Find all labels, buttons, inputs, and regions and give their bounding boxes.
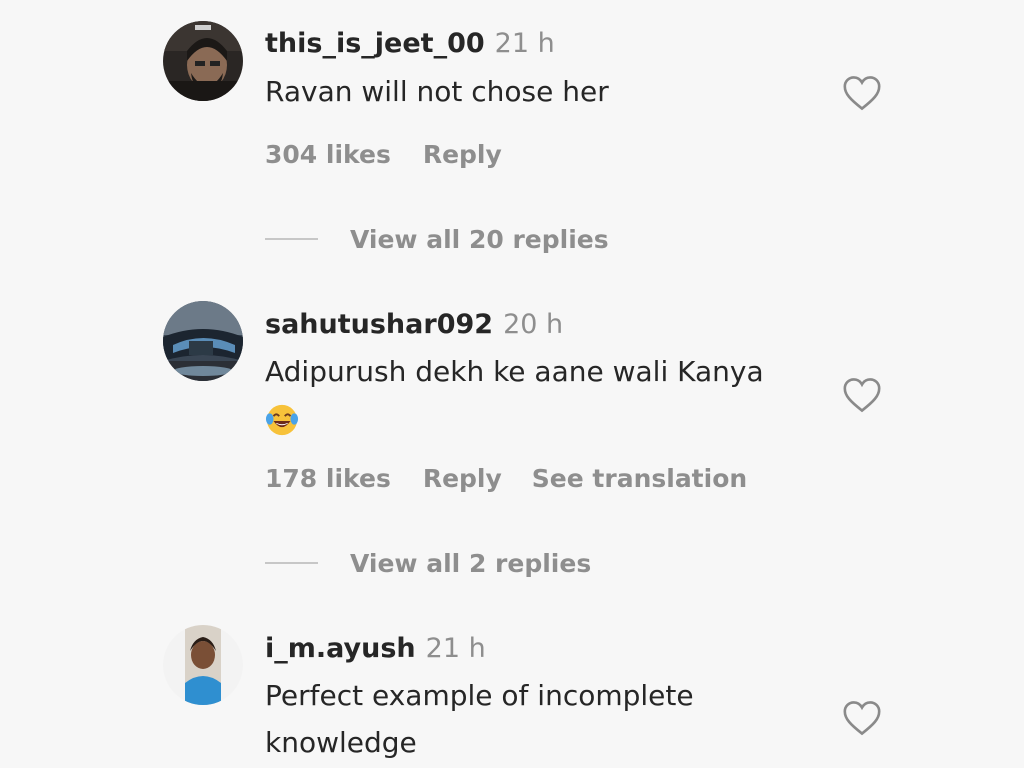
timestamp: 20 h — [503, 309, 564, 340]
comment-header: i_m.ayush 21 h — [265, 633, 486, 665]
heart-outline-icon[interactable] — [842, 377, 882, 413]
comment-text-line: Perfect example of incomplete — [265, 679, 694, 712]
timestamp: 21 h — [494, 28, 555, 59]
view-replies-button[interactable]: View all 2 replies — [265, 549, 591, 579]
comments-panel: this_is_jeet_00 21 h Ravan will not chose… — [0, 0, 1024, 768]
avatar[interactable] — [163, 301, 243, 381]
comment-header: this_is_jeet_00 21 h — [265, 28, 555, 60]
comment-text-content: Adipurush dekh ke aane wali Kanya — [265, 355, 764, 388]
comment-text: Adipurush dekh ke aane wali Kanya — [265, 348, 825, 442]
user-avatar-icon — [163, 625, 243, 705]
username-link[interactable]: i_m.ayush — [265, 633, 416, 664]
user-avatar-icon — [163, 301, 243, 381]
likes-count[interactable]: 178 likes — [265, 464, 391, 493]
comment-actions: 304 likes Reply — [265, 140, 532, 170]
comment-text-line: knowledge — [265, 726, 417, 759]
face-with-tears-of-joy-emoji — [265, 404, 299, 436]
username-link[interactable]: sahutushar092 — [265, 309, 493, 340]
comment-text: Perfect example of incomplete knowledge — [265, 672, 825, 766]
username-link[interactable]: this_is_jeet_00 — [265, 28, 485, 59]
heart-outline-icon[interactable] — [842, 700, 882, 736]
avatar[interactable] — [163, 625, 243, 705]
likes-count[interactable]: 304 likes — [265, 140, 391, 169]
comment-actions: 178 likes Reply See translation — [265, 464, 777, 494]
timestamp: 21 h — [425, 633, 486, 664]
divider-line — [265, 562, 318, 564]
see-translation-button[interactable]: See translation — [532, 464, 747, 493]
reply-button[interactable]: Reply — [423, 140, 502, 169]
divider-line — [265, 238, 318, 240]
avatar[interactable] — [163, 21, 243, 101]
view-replies-label[interactable]: View all 20 replies — [350, 225, 609, 254]
view-replies-label[interactable]: View all 2 replies — [350, 549, 591, 578]
heart-outline-icon[interactable] — [842, 75, 882, 111]
user-avatar-icon — [163, 21, 243, 101]
comment-text: Ravan will not chose her — [265, 75, 609, 108]
view-replies-button[interactable]: View all 20 replies — [265, 225, 609, 255]
comment-header: sahutushar092 20 h — [265, 309, 563, 341]
reply-button[interactable]: Reply — [423, 464, 502, 493]
